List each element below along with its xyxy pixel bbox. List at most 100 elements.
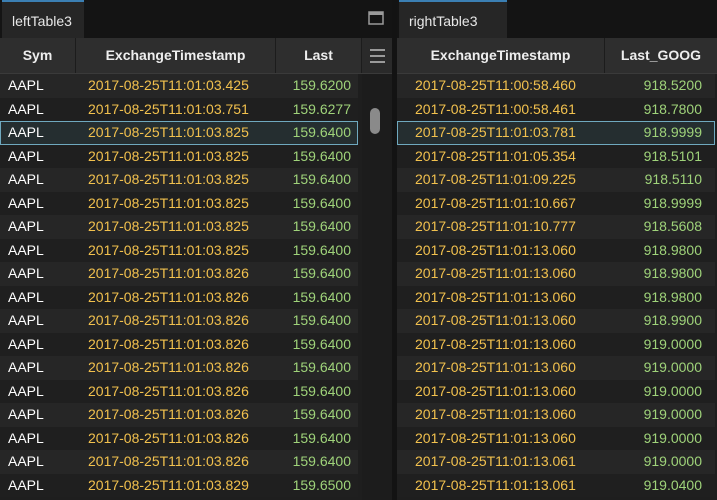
table-row[interactable]: 2017-08-25T11:01:13.060 918.9900 — [397, 309, 715, 333]
table-row[interactable]: 2017-08-25T11:01:05.354 918.5101 — [397, 144, 715, 169]
cell-sym[interactable]: AAPL — [8, 98, 68, 122]
cell-sym[interactable]: AAPL — [8, 121, 68, 145]
table-row[interactable]: 2017-08-25T11:01:13.061 919.0000 — [397, 450, 715, 474]
cell-sym[interactable]: AAPL — [8, 356, 68, 380]
cell-exchange-timestamp[interactable]: 2017-08-25T11:01:03.826 — [88, 286, 273, 310]
cell-last[interactable]: 159.6400 — [276, 262, 351, 286]
cell-sym[interactable]: AAPL — [8, 403, 68, 427]
cell-last[interactable]: 159.6400 — [276, 450, 351, 474]
column-header-exchange-timestamp[interactable]: ExchangeTimestamp — [76, 38, 276, 73]
cell-last-goog[interactable]: 918.9900 — [605, 309, 702, 333]
cell-last[interactable]: 159.6200 — [276, 74, 351, 98]
table-row[interactable]: 2017-08-25T11:01:10.777 918.5608 — [397, 215, 715, 239]
table-row[interactable]: AAPL 2017-08-25T11:01:03.826 159.6400 — [0, 309, 358, 333]
cell-last[interactable]: 159.6400 — [276, 356, 351, 380]
tab-right-table3[interactable]: rightTable3 — [399, 0, 507, 38]
cell-last-goog[interactable]: 918.5608 — [605, 215, 702, 239]
table-row[interactable]: AAPL 2017-08-25T11:01:03.826 159.6400 — [0, 379, 358, 404]
column-header-exchange-timestamp[interactable]: ExchangeTimestamp — [397, 38, 605, 73]
column-header-last-goog[interactable]: Last_GOOG — [605, 38, 717, 73]
cell-exchange-timestamp[interactable]: 2017-08-25T11:01:13.060 — [415, 427, 600, 451]
table-row[interactable]: AAPL 2017-08-25T11:01:03.825 159.6400 — [0, 168, 358, 192]
cell-last-goog[interactable]: 918.9800 — [605, 286, 702, 310]
cell-exchange-timestamp[interactable]: 2017-08-25T11:01:13.060 — [415, 333, 600, 357]
cell-last[interactable]: 159.6500 — [276, 474, 351, 498]
cell-exchange-timestamp[interactable]: 2017-08-25T11:01:13.060 — [415, 380, 600, 404]
cell-sym[interactable]: AAPL — [8, 474, 68, 498]
table-row[interactable]: AAPL 2017-08-25T11:01:03.826 159.6400 — [0, 262, 358, 286]
maximize-icon[interactable] — [368, 10, 384, 26]
cell-last-goog[interactable]: 918.5110 — [605, 168, 702, 192]
cell-exchange-timestamp[interactable]: 2017-08-25T11:01:03.826 — [88, 309, 273, 333]
cell-sym[interactable]: AAPL — [8, 74, 68, 98]
cell-exchange-timestamp[interactable]: 2017-08-25T11:01:13.060 — [415, 403, 600, 427]
cell-last-goog[interactable]: 918.5101 — [605, 145, 702, 169]
cell-last-goog[interactable]: 919.0000 — [605, 356, 702, 380]
cell-last[interactable]: 159.6400 — [276, 168, 351, 192]
cell-last[interactable]: 159.6400 — [276, 427, 351, 451]
cell-last-goog[interactable]: 919.0000 — [605, 333, 702, 357]
cell-last[interactable]: 159.6400 — [276, 309, 351, 333]
table-row[interactable]: AAPL 2017-08-25T11:01:03.826 159.6400 — [0, 450, 358, 474]
cell-sym[interactable]: AAPL — [8, 215, 68, 239]
cell-exchange-timestamp[interactable]: 2017-08-25T11:00:58.461 — [415, 98, 600, 122]
table-row[interactable]: AAPL 2017-08-25T11:01:03.825 159.6400 — [0, 121, 358, 145]
scrollbar-thumb[interactable] — [370, 108, 380, 134]
cell-exchange-timestamp[interactable]: 2017-08-25T11:01:09.225 — [415, 168, 600, 192]
table-row[interactable]: 2017-08-25T11:01:13.060 918.9800 — [397, 262, 715, 286]
cell-sym[interactable]: AAPL — [8, 333, 68, 357]
table-row[interactable]: 2017-08-25T11:01:13.060 918.9800 — [397, 285, 715, 310]
cell-last[interactable]: 159.6400 — [276, 403, 351, 427]
table-row[interactable]: AAPL 2017-08-25T11:01:03.826 159.6400 — [0, 285, 358, 310]
cell-sym[interactable]: AAPL — [8, 145, 68, 169]
cell-last[interactable]: 159.6277 — [276, 98, 351, 122]
cell-exchange-timestamp[interactable]: 2017-08-25T11:01:03.826 — [88, 427, 273, 451]
cell-exchange-timestamp[interactable]: 2017-08-25T11:01:13.060 — [415, 239, 600, 263]
table-row[interactable]: AAPL 2017-08-25T11:01:03.825 159.6400 — [0, 215, 358, 239]
cell-exchange-timestamp[interactable]: 2017-08-25T11:01:13.061 — [415, 450, 600, 474]
cell-exchange-timestamp[interactable]: 2017-08-25T11:01:13.060 — [415, 309, 600, 333]
table-row[interactable]: 2017-08-25T11:01:13.060 919.0000 — [397, 332, 715, 357]
cell-sym[interactable]: AAPL — [8, 286, 68, 310]
cell-exchange-timestamp[interactable]: 2017-08-25T11:00:58.460 — [415, 74, 600, 98]
cell-exchange-timestamp[interactable]: 2017-08-25T11:01:03.825 — [88, 192, 273, 216]
table-row[interactable]: AAPL 2017-08-25T11:01:03.826 159.6400 — [0, 332, 358, 357]
cell-last[interactable]: 159.6400 — [276, 286, 351, 310]
cell-last-goog[interactable]: 918.7800 — [605, 98, 702, 122]
table-row[interactable]: 2017-08-25T11:01:13.060 919.0000 — [397, 356, 715, 380]
cell-last-goog[interactable]: 919.0000 — [605, 427, 702, 451]
cell-last[interactable]: 159.6400 — [276, 121, 351, 145]
cell-exchange-timestamp[interactable]: 2017-08-25T11:01:03.825 — [88, 215, 273, 239]
cell-sym[interactable]: AAPL — [8, 262, 68, 286]
cell-last[interactable]: 159.6400 — [276, 215, 351, 239]
table-row[interactable]: 2017-08-25T11:01:13.061 919.0400 — [397, 473, 715, 498]
cell-last-goog[interactable]: 918.5200 — [605, 74, 702, 98]
cell-exchange-timestamp[interactable]: 2017-08-25T11:01:03.826 — [88, 450, 273, 474]
cell-last-goog[interactable]: 919.0000 — [605, 380, 702, 404]
cell-exchange-timestamp[interactable]: 2017-08-25T11:01:13.061 — [415, 474, 600, 498]
table-row[interactable]: AAPL 2017-08-25T11:01:03.825 159.6400 — [0, 191, 358, 216]
cell-exchange-timestamp[interactable]: 2017-08-25T11:01:10.777 — [415, 215, 600, 239]
cell-exchange-timestamp[interactable]: 2017-08-25T11:01:03.825 — [88, 239, 273, 263]
table-row[interactable]: AAPL 2017-08-25T11:01:03.825 159.6400 — [0, 144, 358, 169]
cell-exchange-timestamp[interactable]: 2017-08-25T11:01:03.781 — [415, 121, 600, 145]
cell-exchange-timestamp[interactable]: 2017-08-25T11:01:03.829 — [88, 474, 273, 498]
cell-exchange-timestamp[interactable]: 2017-08-25T11:01:03.425 — [88, 74, 273, 98]
cell-sym[interactable]: AAPL — [8, 192, 68, 216]
cell-last-goog[interactable]: 918.9800 — [605, 262, 702, 286]
table-row[interactable]: 2017-08-25T11:01:13.060 919.0000 — [397, 379, 715, 404]
left-scrollbar[interactable] — [362, 74, 392, 500]
table-row[interactable]: AAPL 2017-08-25T11:01:03.751 159.6277 — [0, 97, 358, 122]
cell-sym[interactable]: AAPL — [8, 239, 68, 263]
table-row[interactable]: AAPL 2017-08-25T11:01:03.826 159.6400 — [0, 356, 358, 380]
cell-last-goog[interactable]: 918.9999 — [605, 121, 702, 145]
cell-exchange-timestamp[interactable]: 2017-08-25T11:01:03.826 — [88, 403, 273, 427]
cell-last[interactable]: 159.6400 — [276, 192, 351, 216]
column-header-last[interactable]: Last — [276, 38, 362, 73]
table-row[interactable]: AAPL 2017-08-25T11:01:03.826 159.6400 — [0, 403, 358, 427]
cell-sym[interactable]: AAPL — [8, 380, 68, 404]
cell-exchange-timestamp[interactable]: 2017-08-25T11:01:03.825 — [88, 121, 273, 145]
cell-last-goog[interactable]: 918.9800 — [605, 239, 702, 263]
cell-sym[interactable]: AAPL — [8, 450, 68, 474]
table-row[interactable]: 2017-08-25T11:01:13.060 919.0000 — [397, 403, 715, 427]
